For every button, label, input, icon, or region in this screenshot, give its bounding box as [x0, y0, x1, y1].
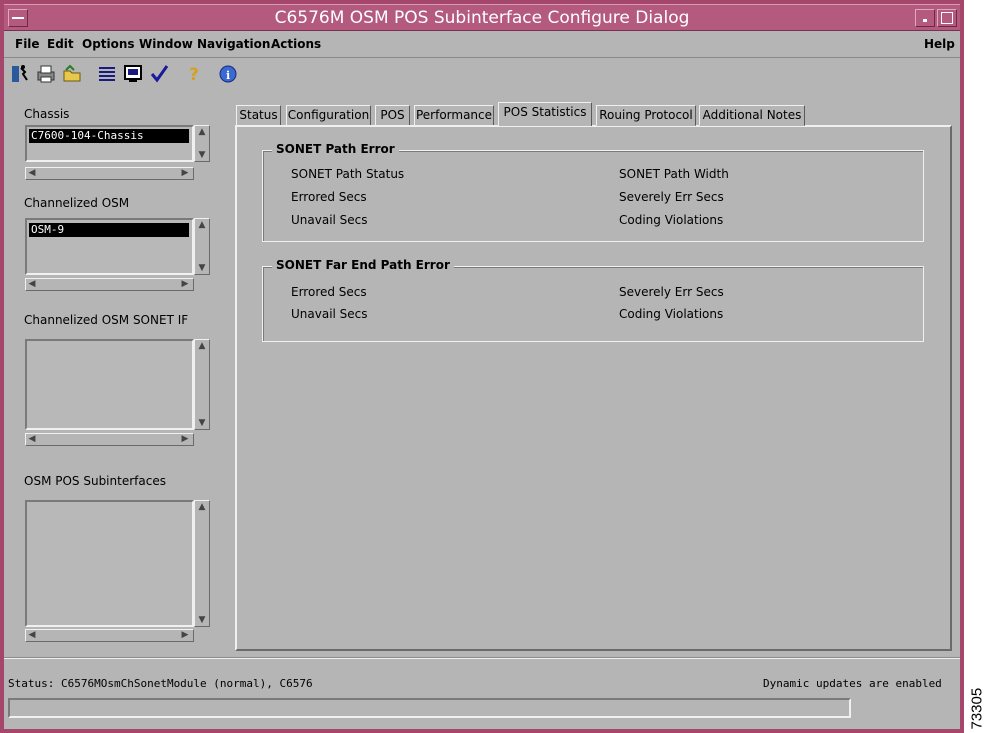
scroll-right-icon[interactable]: ▶ — [180, 279, 190, 289]
scroll-left-icon[interactable]: ◀ — [27, 434, 37, 444]
exit-button[interactable] — [9, 63, 31, 85]
tab-performance[interactable]: Performance — [414, 105, 494, 126]
tab-panel-pos-statistics: SONET Path Error SONET Path Status Error… — [235, 125, 952, 651]
osm-vscroll[interactable]: ▲ ▼ — [194, 218, 210, 275]
scroll-left-icon[interactable]: ◀ — [27, 279, 37, 289]
svg-text:?: ? — [189, 65, 199, 84]
tab-pos-statistics[interactable]: POS Statistics — [498, 102, 592, 126]
severely-err-secs-label: Severely Err Secs — [619, 190, 724, 204]
sonet-far-end-path-error-group — [262, 266, 924, 342]
sonet-if-label: Channelized OSM SONET IF — [24, 313, 189, 327]
sonet-far-end-path-error-title: SONET Far End Path Error — [272, 258, 454, 272]
sonet-path-width-label: SONET Path Width — [619, 167, 729, 181]
monitor-button[interactable] — [122, 63, 144, 85]
unavail-secs-label: Unavail Secs — [291, 213, 368, 227]
scroll-up-icon[interactable]: ▲ — [197, 220, 207, 230]
pos-subinterfaces-label: OSM POS Subinterfaces — [24, 474, 166, 488]
tab-additional-notes[interactable]: Additional Notes — [699, 105, 805, 126]
window-title: C6576M OSM POS Subinterface Configure Di… — [274, 8, 690, 28]
far-end-coding-violations-label: Coding Violations — [619, 307, 724, 321]
chassis-vscroll[interactable]: ▲ ▼ — [194, 125, 210, 162]
figure-number-text: 73305 — [968, 687, 986, 730]
figure-number: 73305 — [966, 682, 986, 732]
info-icon: i — [219, 65, 237, 83]
menu-window[interactable]: Window — [139, 37, 193, 51]
scroll-down-icon[interactable]: ▼ — [197, 418, 207, 428]
title-bar[interactable]: C6576M OSM POS Subinterface Configure Di… — [4, 4, 960, 31]
menu-actions[interactable]: Actions — [271, 37, 321, 51]
print-icon — [37, 65, 55, 83]
dynamic-updates-text: Dynamic updates are enabled — [763, 677, 942, 690]
far-end-severely-err-secs-label: Severely Err Secs — [619, 285, 724, 299]
osm-hscroll[interactable]: ◀ ▶ — [25, 278, 194, 291]
channelized-osm-label: Channelized OSM — [24, 196, 130, 210]
sonet-path-status-label: SONET Path Status — [291, 167, 405, 181]
exit-icon — [12, 65, 28, 82]
status-separator — [4, 657, 960, 659]
print-button[interactable] — [35, 63, 57, 85]
tab-rouing-protocol[interactable]: Rouing Protocol — [596, 105, 696, 126]
check-icon — [150, 65, 169, 83]
scroll-up-icon[interactable]: ▲ — [197, 341, 207, 351]
sonet-if-hscroll[interactable]: ◀ ▶ — [25, 433, 194, 446]
scroll-right-icon[interactable]: ▶ — [180, 434, 190, 444]
progress-bar — [8, 698, 851, 718]
svg-text:i: i — [226, 69, 230, 82]
help-icon: ? — [189, 65, 199, 84]
open-button[interactable] — [61, 63, 83, 85]
chassis-hscroll[interactable]: ◀ ▶ — [25, 167, 194, 180]
scroll-down-icon[interactable]: ▼ — [197, 150, 207, 160]
maximize-button[interactable] — [937, 9, 957, 27]
scroll-right-icon[interactable]: ▶ — [180, 168, 190, 178]
scroll-left-icon[interactable]: ◀ — [27, 630, 37, 640]
sonet-path-error-title: SONET Path Error — [272, 142, 399, 156]
menu-options[interactable]: Options — [82, 37, 135, 51]
subif-vscroll[interactable]: ▲ ▼ — [194, 500, 210, 627]
tab-pos[interactable]: POS — [375, 105, 410, 126]
apply-button[interactable] — [148, 63, 170, 85]
scroll-left-icon[interactable]: ◀ — [27, 168, 37, 178]
scroll-right-icon[interactable]: ▶ — [180, 630, 190, 640]
open-folder-icon — [63, 64, 81, 82]
list-button[interactable] — [96, 63, 118, 85]
tab-status[interactable]: Status — [236, 105, 281, 126]
menu-file[interactable]: File — [15, 37, 40, 51]
chassis-list[interactable]: C7600-104-Chassis — [25, 125, 194, 162]
channelized-osm-list[interactable]: OSM-9 — [25, 218, 194, 275]
coding-violations-label: Coding Violations — [619, 213, 724, 227]
osm-list-item[interactable]: OSM-9 — [29, 223, 189, 237]
minimize-button[interactable] — [915, 9, 935, 27]
far-end-errored-secs-label: Errored Secs — [291, 285, 367, 299]
sonet-if-vscroll[interactable]: ▲ ▼ — [194, 339, 210, 430]
far-end-unavail-secs-label: Unavail Secs — [291, 307, 368, 321]
menu-bar: File Edit Options Window Navigation Acti… — [4, 31, 960, 58]
menu-navigation[interactable]: Navigation — [197, 37, 270, 51]
scroll-down-icon[interactable]: ▼ — [197, 263, 207, 273]
chassis-list-item[interactable]: C7600-104-Chassis — [29, 129, 189, 143]
help-button[interactable]: ? — [183, 63, 205, 85]
scroll-up-icon[interactable]: ▲ — [197, 502, 207, 512]
maximize-icon — [941, 12, 953, 24]
subif-hscroll[interactable]: ◀ ▶ — [25, 629, 194, 642]
monitor-icon — [124, 65, 142, 82]
menu-help[interactable]: Help — [924, 37, 955, 51]
sonet-if-list[interactable] — [25, 339, 194, 430]
errored-secs-label: Errored Secs — [291, 190, 367, 204]
scroll-down-icon[interactable]: ▼ — [197, 615, 207, 625]
info-button[interactable]: i — [217, 63, 239, 85]
status-text: Status: C6576MOsmChSonetModule (normal),… — [8, 677, 313, 690]
list-icon — [99, 67, 115, 81]
pos-subinterfaces-list[interactable] — [25, 500, 194, 627]
minimize-icon — [923, 19, 927, 22]
chassis-label: Chassis — [24, 107, 70, 121]
dialog-client-area: File Edit Options Window Navigation Acti… — [4, 31, 960, 729]
menu-edit[interactable]: Edit — [47, 37, 74, 51]
scroll-up-icon[interactable]: ▲ — [197, 127, 207, 137]
tab-configuration[interactable]: Configuration — [286, 105, 371, 126]
